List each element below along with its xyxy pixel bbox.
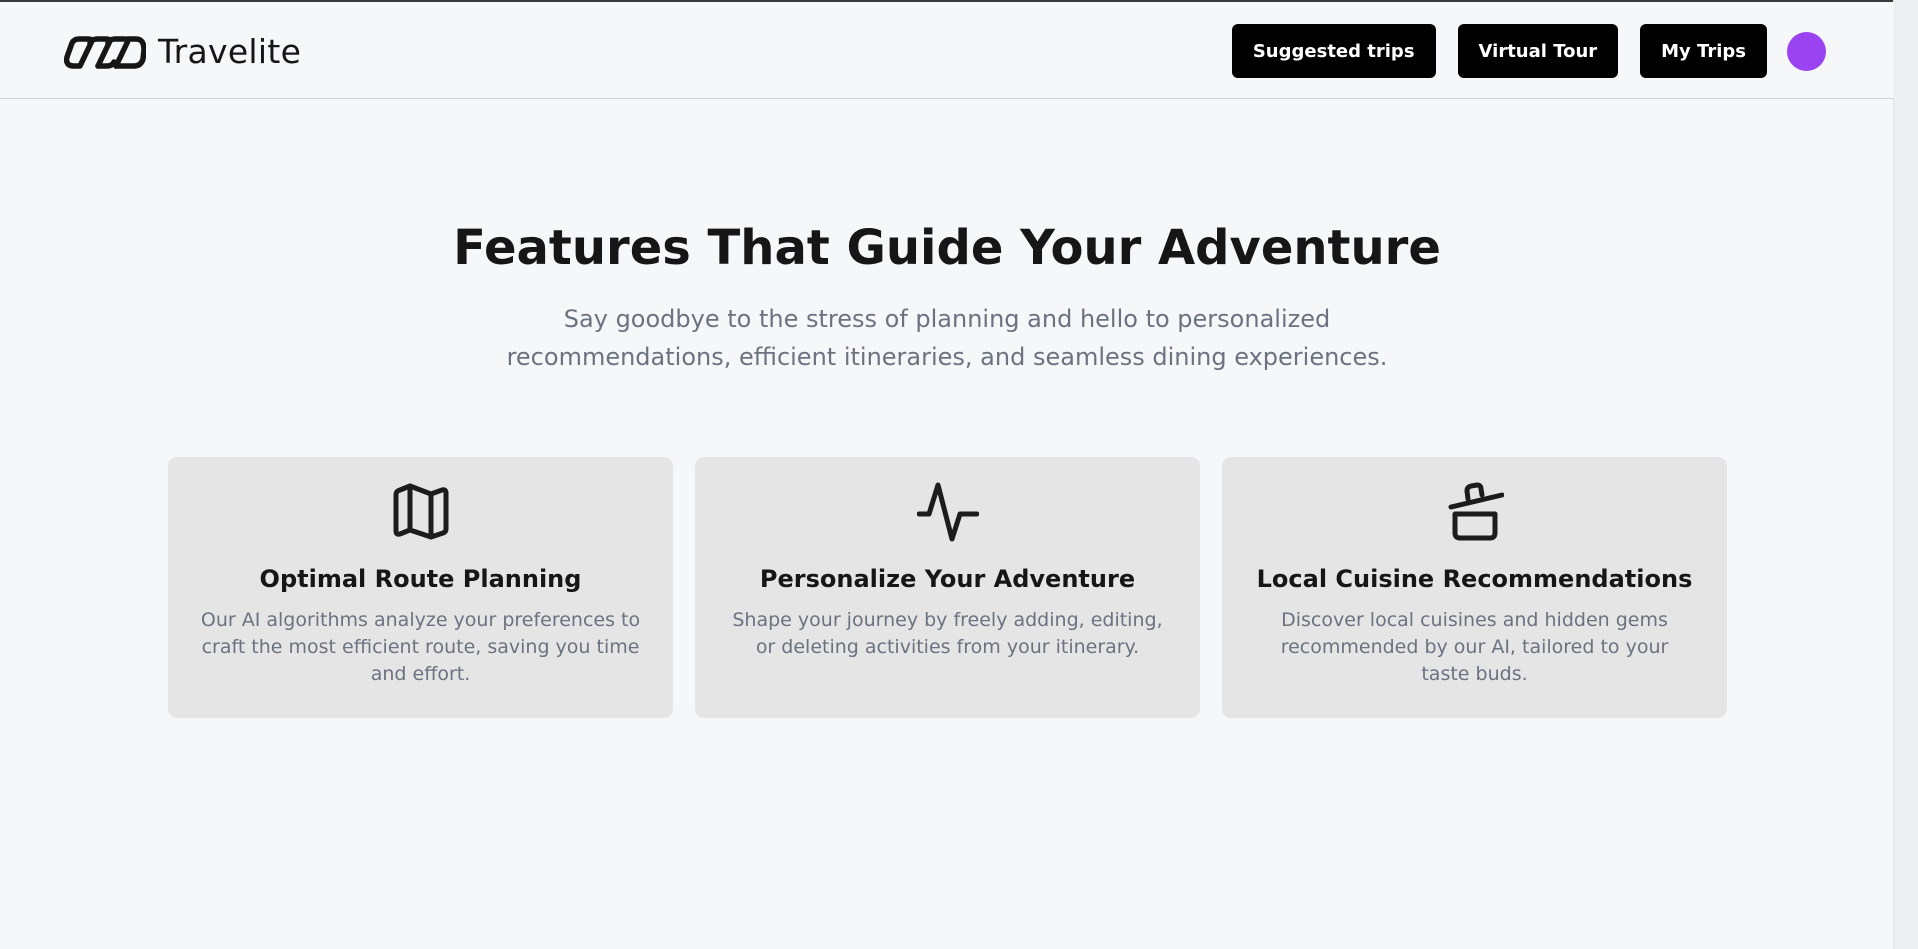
activity-pulse-icon [916, 482, 979, 542]
brand-logo[interactable]: Travelite [64, 32, 301, 71]
virtual-tour-button[interactable]: Virtual Tour [1457, 24, 1619, 78]
scrollbar-track[interactable] [1893, 0, 1918, 949]
infinity-chain-logo-icon [64, 35, 146, 69]
feature-title: Personalize Your Adventure [759, 565, 1136, 593]
feature-title: Optimal Route Planning [259, 565, 582, 593]
avatar[interactable] [1787, 31, 1826, 71]
map-icon [393, 483, 448, 540]
feature-card-route-planning: Optimal Route Planning Our AI algorithms… [168, 457, 673, 718]
brand-name: Travelite [158, 32, 302, 71]
feature-card-personalize: Personalize Your Adventure Shape your jo… [695, 457, 1200, 718]
my-trips-button[interactable]: My Trips [1640, 24, 1767, 78]
feature-title: Local Cuisine Recommendations [1256, 565, 1693, 593]
page-title: Features That Guide Your Adventure [453, 220, 1441, 276]
feature-cards: Optimal Route Planning Our AI algorithms… [168, 457, 1727, 718]
feature-description: Shape your journey by freely adding, edi… [732, 609, 1163, 658]
feature-card-local-cuisine: Local Cuisine Recommendations Discover l… [1222, 457, 1727, 718]
page-subtitle: Say goodbye to the stress of planning an… [506, 305, 1388, 371]
nav-actions: Suggested trips Virtual Tour My Trips [1231, 24, 1894, 78]
navbar: Travelite Suggested trips Virtual Tour M… [0, 2, 1894, 99]
suggested-trips-button[interactable]: Suggested trips [1231, 24, 1436, 78]
feature-description: Discover local cuisines and hidden gems … [1280, 609, 1669, 685]
feature-description: Our AI algorithms analyze your preferenc… [200, 609, 641, 685]
cooking-pot-icon [1448, 482, 1504, 541]
